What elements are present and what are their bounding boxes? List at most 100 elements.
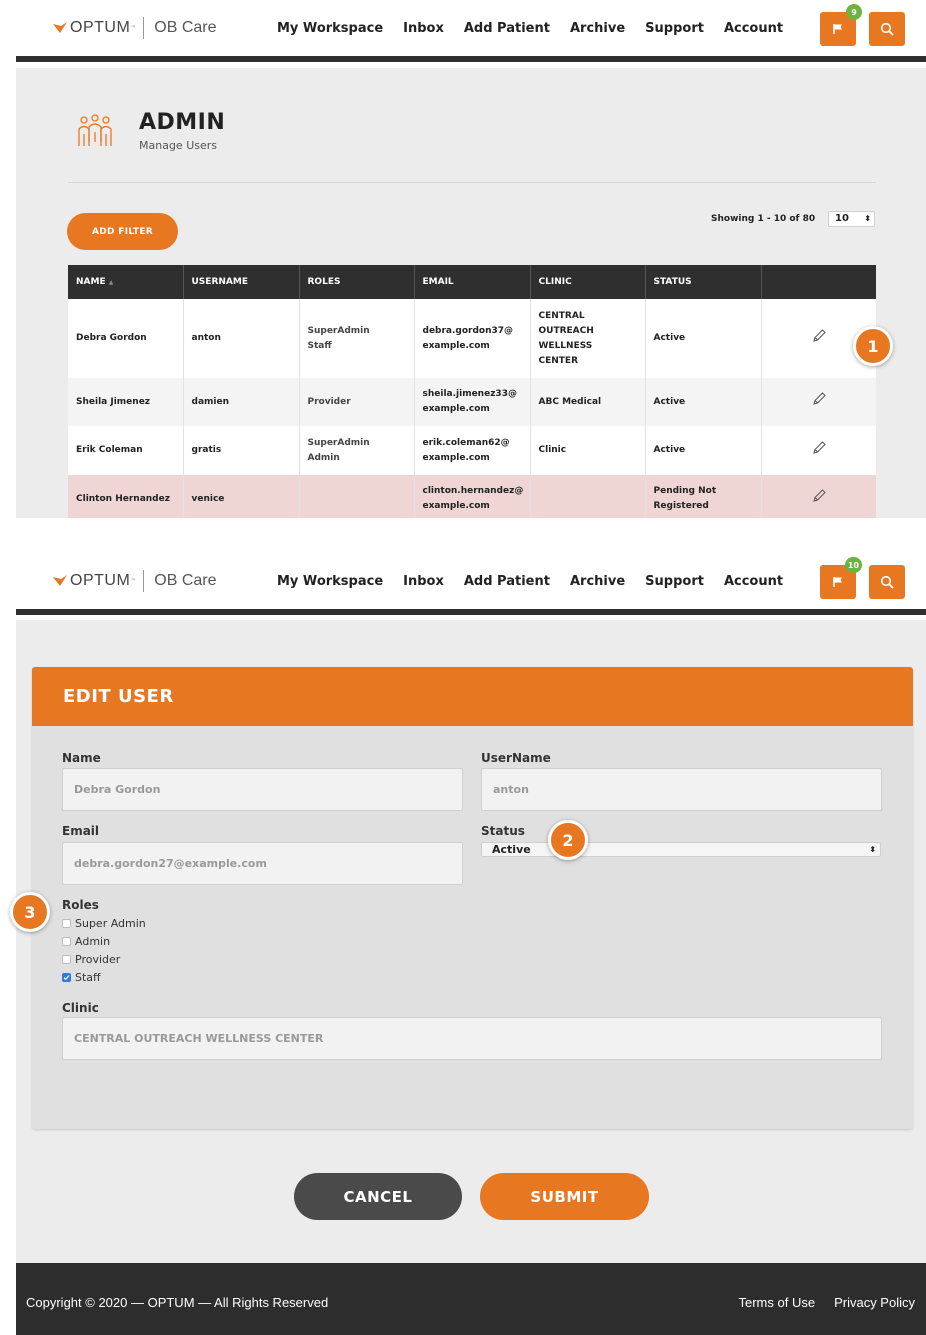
pencil-icon[interactable] — [811, 328, 827, 344]
page-size-select[interactable]: 10 ⬍ — [828, 211, 875, 227]
flag-button[interactable]: 10 — [820, 557, 862, 599]
copyright: Copyright © 2020 — OPTUM — All Rights Re… — [26, 1295, 329, 1310]
nav-support[interactable]: Support — [645, 21, 704, 36]
privacy-link[interactable]: Privacy Policy — [834, 1295, 915, 1310]
optum-logo-icon — [53, 575, 67, 586]
status-label: Status — [481, 824, 525, 838]
page-title: ADMIN — [139, 110, 226, 135]
submit-button[interactable]: SUBMIT — [480, 1173, 649, 1220]
cell-clinic: CENTRAL OUTREACH WELLNESS CENTER — [530, 299, 646, 378]
logo-separator — [143, 570, 145, 592]
nav-my-workspace[interactable]: My Workspace — [277, 21, 383, 36]
nav-archive[interactable]: Archive — [570, 574, 625, 589]
terms-link[interactable]: Terms of Use — [739, 1295, 816, 1310]
checkbox[interactable] — [62, 955, 71, 964]
col-clinic[interactable]: CLINIC — [530, 265, 646, 299]
callout-2: 2 — [548, 820, 588, 860]
add-filter-button[interactable]: ADD FILTER — [67, 213, 178, 250]
main-nav: My Workspace Inbox Add Patient Archive S… — [277, 574, 803, 589]
callout-3: 3 — [10, 892, 50, 932]
cancel-button[interactable]: CANCEL — [294, 1173, 462, 1220]
nav-inbox[interactable]: Inbox — [403, 21, 444, 36]
role-label: Provider — [75, 953, 121, 966]
cell-status: Active — [645, 426, 762, 475]
nav-account[interactable]: Account — [724, 574, 783, 589]
cell-username: damien — [183, 378, 300, 426]
select-arrows-icon: ⬍ — [864, 214, 871, 223]
nav-my-workspace[interactable]: My Workspace — [277, 574, 383, 589]
edit-user-header: EDIT USER — [32, 667, 913, 726]
cell-roles: SuperAdmin Staff — [299, 299, 415, 378]
checkbox[interactable] — [62, 919, 71, 928]
page-size-value: 10 — [835, 213, 849, 224]
cell-edit — [761, 378, 876, 426]
edit-user-panel: EDIT USER Name Debra Gordon UserName ant… — [16, 620, 926, 1263]
email-field[interactable]: debra.gordon27@example.com — [62, 842, 463, 885]
table-row: Sheila Jimenez damien Provider sheila.ji… — [68, 378, 876, 426]
clinic-value: CENTRAL OUTREACH WELLNESS CENTER — [74, 1032, 324, 1045]
col-name[interactable]: NAME ▲ — [68, 265, 184, 299]
sort-icon: ▲ — [108, 279, 114, 286]
col-username[interactable]: USERNAME — [183, 265, 300, 299]
email-value: debra.gordon27@example.com — [74, 857, 267, 870]
footer-links: Terms of Use Privacy Policy — [720, 1295, 916, 1310]
nav-account[interactable]: Account — [724, 21, 783, 36]
cell-username: anton — [183, 299, 300, 378]
role-provider[interactable]: Provider — [62, 953, 120, 966]
clinic-label: Clinic — [62, 1001, 99, 1015]
checkbox[interactable] — [62, 937, 71, 946]
users-icon — [78, 114, 112, 146]
top-header: OPTUM ™ OB Care My Workspace Inbox Add P… — [16, 553, 926, 615]
pencil-icon[interactable] — [811, 391, 827, 407]
cell-username: gratis — [183, 426, 300, 475]
trademark: ™ — [130, 24, 137, 32]
search-button[interactable] — [869, 565, 905, 599]
checkbox-checked[interactable] — [62, 973, 71, 982]
nav-archive[interactable]: Archive — [570, 21, 625, 36]
col-email[interactable]: EMAIL — [414, 265, 531, 299]
clinic-field[interactable]: CENTRAL OUTREACH WELLNESS CENTER — [62, 1017, 882, 1060]
status-select[interactable]: Active ⬍ — [481, 842, 881, 857]
cell-roles: Provider — [299, 378, 415, 426]
top-header: OPTUM ™ OB Care My Workspace Inbox Add P… — [16, 0, 926, 62]
username-value: anton — [493, 783, 529, 796]
col-roles[interactable]: ROLES — [299, 265, 415, 299]
search-button[interactable] — [869, 12, 905, 46]
cell-email: erik.coleman62@ example.com — [414, 426, 531, 475]
search-icon — [880, 22, 894, 36]
optum-logo[interactable]: OPTUM ™ OB Care — [52, 570, 217, 592]
col-status[interactable]: STATUS — [645, 265, 762, 299]
cell-status: Pending Not Registered — [645, 475, 762, 518]
optum-logo[interactable]: OPTUM ™ OB Care — [52, 17, 217, 39]
table-row: Clinton Hernandez venice clinton.hernand… — [68, 475, 876, 518]
pagination-summary: Showing 1 - 10 of 80 — [711, 214, 816, 224]
notification-badge: 10 — [844, 557, 862, 573]
nav-add-patient[interactable]: Add Patient — [464, 21, 550, 36]
pencil-icon[interactable] — [811, 488, 827, 504]
brand-name: OPTUM — [70, 19, 131, 36]
roles-label: Roles — [62, 898, 99, 912]
cell-name: Clinton Hernandez — [68, 475, 184, 518]
edit-user-title: EDIT USER — [63, 686, 174, 707]
table-row: Debra Gordon anton SuperAdmin Staff debra… — [68, 299, 876, 378]
notification-badge: 9 — [846, 4, 862, 20]
nav-inbox[interactable]: Inbox — [403, 574, 444, 589]
username-field[interactable]: anton — [481, 768, 882, 811]
cell-name: Erik Coleman — [68, 426, 184, 475]
edit-user-card: EDIT USER Name Debra Gordon UserName ant… — [32, 667, 913, 1129]
name-field[interactable]: Debra Gordon — [62, 768, 463, 811]
cell-clinic: Clinic — [530, 426, 646, 475]
role-admin[interactable]: Admin — [62, 935, 110, 948]
cell-email: sheila.jimenez33@ example.com — [414, 378, 531, 426]
flag-button[interactable]: 9 — [820, 4, 862, 46]
cell-name: Sheila Jimenez — [68, 378, 184, 426]
nav-support[interactable]: Support — [645, 574, 704, 589]
nav-add-patient[interactable]: Add Patient — [464, 574, 550, 589]
cell-edit — [761, 426, 876, 475]
pencil-icon[interactable] — [811, 440, 827, 456]
cell-name: Debra Gordon — [68, 299, 184, 378]
col-actions — [761, 265, 876, 299]
role-super-admin[interactable]: Super Admin — [62, 917, 146, 930]
admin-panel: ADMIN Manage Users ADD FILTER Showing 1 … — [16, 68, 926, 518]
role-staff[interactable]: Staff — [62, 971, 101, 984]
